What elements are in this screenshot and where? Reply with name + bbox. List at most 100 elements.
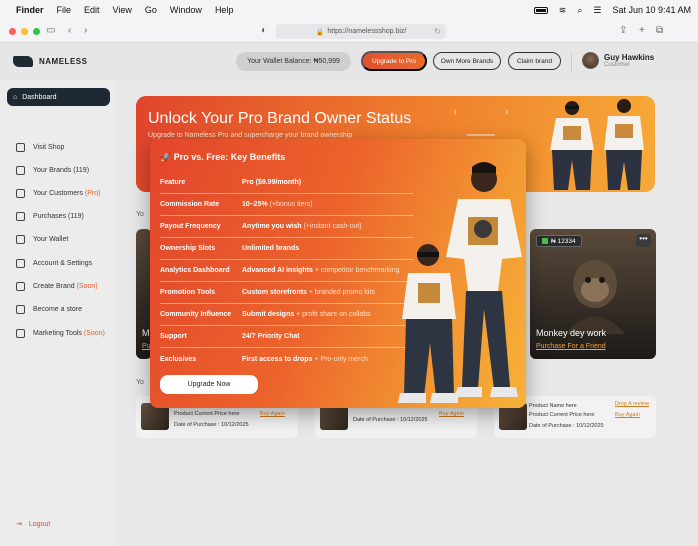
sidebar-item-label: Account & Settings — [33, 260, 93, 267]
hexagon-decoration — [454, 96, 508, 136]
sidebar-item-your-wallet[interactable]: Your Wallet — [16, 235, 68, 244]
benefit-key: Exclusives — [160, 355, 197, 363]
sidebar-item-your-brands[interactable]: Your Brands (119) — [16, 166, 89, 175]
shop-icon — [16, 143, 25, 152]
price-value: ₦ 12334 — [551, 237, 576, 245]
menu-window[interactable]: Window — [170, 5, 202, 15]
benefit-key: Commission Rate — [160, 201, 220, 208]
benefit-value: First access to drops — [242, 355, 313, 363]
upgrade-now-button[interactable]: Upgrade Now — [160, 375, 258, 394]
more-options-button[interactable]: ••• — [636, 234, 651, 247]
share-icon[interactable]: ⇪ — [619, 25, 627, 36]
gear-icon — [16, 259, 25, 268]
benefit-key: Promotion Tools — [160, 289, 216, 296]
clock[interactable]: Sat Jun 10 9:41 AM — [612, 5, 691, 15]
own-more-brands-button[interactable]: Own More Brands — [433, 52, 501, 70]
reload-icon[interactable]: ↻ — [434, 27, 441, 36]
macos-menu-bar: Finder File Edit View Go Window Help ≋ ⌕… — [0, 0, 698, 20]
purchase-date: Date of Purchase : 10/12/2025 — [174, 422, 249, 428]
tabs-overview-icon[interactable]: ⧉ — [656, 25, 663, 36]
hero-subtitle: Upgrade to Nameless Pro and supercharge … — [148, 132, 353, 139]
benefit-value: Custom storefronts — [242, 289, 307, 296]
benefit-key: Analytics Dashboard — [160, 267, 230, 274]
back-icon[interactable]: ‹ — [68, 25, 71, 36]
purchase-for-friend-link[interactable]: Purchase For a Friend — [536, 343, 606, 350]
benefit-value: 10–25% — [242, 201, 268, 208]
sidebar-item-your-customers[interactable]: Your Customers (Pro) — [16, 189, 100, 198]
claim-brand-button[interactable]: Claim brand — [508, 52, 561, 70]
upgrade-to-pro-button[interactable]: Upgrade to Pro — [361, 51, 427, 71]
wifi-icon[interactable]: ≋ — [559, 5, 567, 16]
benefit-value: Anytime you wish — [242, 223, 302, 230]
benefit-key: Ownership Slots — [160, 245, 216, 252]
sidebar-item-label: Become a store — [33, 306, 83, 313]
modal-title: 🚀 Pro vs. Free: Key Benefits — [160, 152, 286, 162]
sidebar-toggle-icon[interactable]: ▭ — [46, 25, 55, 36]
benefit-extra: + competitor benchmarking — [312, 267, 400, 274]
price-badge: ₦ 12334 — [536, 235, 582, 247]
close-window-button[interactable] — [9, 28, 16, 35]
sidebar-item-purchases[interactable]: Purchases (119) — [16, 212, 84, 221]
sidebar-item-label: Visit Shop — [33, 144, 65, 151]
menu-file[interactable]: File — [57, 5, 72, 15]
benefit-extra: (+instant cash-out) — [301, 223, 362, 230]
menu-finder[interactable]: Finder — [16, 5, 44, 15]
section-label: Yo — [136, 211, 144, 218]
sidebar-item-label: Your Wallet — [33, 236, 69, 243]
currency-icon — [542, 238, 548, 244]
forward-icon[interactable]: › — [84, 25, 87, 36]
benefit-row: Exclusives First access to drops + Pro-on… — [160, 348, 413, 370]
privacy-icon[interactable]: ◐ — [261, 25, 267, 36]
benefit-key: Payout Frequency — [160, 223, 221, 230]
benefit-row: Analytics Dashboard Advanced AI insights … — [160, 260, 413, 282]
buy-again-link[interactable]: Buy Again — [439, 411, 464, 417]
sidebar-item-account-settings[interactable]: Account & Settings — [16, 259, 92, 268]
logout-button[interactable]: ⇥ Logout — [16, 520, 51, 529]
section-label: Yo — [136, 379, 144, 386]
benefit-value: Submit designs — [242, 311, 295, 318]
benefit-value: Unlimited brands — [242, 245, 300, 252]
logout-label: Logout — [28, 520, 51, 528]
menu-help[interactable]: Help — [215, 5, 234, 15]
benefit-key: Support — [160, 333, 187, 340]
menu-edit[interactable]: Edit — [84, 5, 100, 15]
benefit-extra: + Pro-only merch — [312, 355, 368, 363]
sidebar-item-become-store[interactable]: Become a store — [16, 305, 82, 314]
sidebar-item-visit-shop[interactable]: Visit Shop — [16, 143, 64, 152]
bag-icon — [16, 212, 25, 221]
menu-view[interactable]: View — [113, 5, 132, 15]
user-name: Guy Hawkins — [604, 53, 655, 62]
sidebar-item-dashboard[interactable]: ⌂ Dashboard — [7, 88, 110, 106]
sidebar-item-marketing-tools[interactable]: Marketing Tools (Soon) — [16, 329, 105, 338]
user-profile[interactable]: Guy Hawkins Customer — [582, 52, 654, 69]
sidebar: ⌂ Dashboard Visit Shop Your Brands (119)… — [0, 80, 117, 546]
nft-card[interactable]: ₦ 12334 ••• Monkey dey work Purchase For… — [530, 229, 656, 359]
sidebar-item-label: Your Brands (119) — [33, 167, 90, 174]
sidebar-item-create-brand[interactable]: Create Brand (Soon) — [16, 282, 98, 291]
buy-again-link[interactable]: Buy Again — [615, 412, 640, 418]
benefit-row: Community Influence Submit designs + prof… — [160, 304, 413, 326]
search-icon[interactable]: ⌕ — [577, 5, 582, 16]
menu-go[interactable]: Go — [145, 5, 157, 15]
sidebar-item-label: Create Brand — [33, 283, 77, 290]
benefit-value: Pro ($9.99/month) — [242, 179, 302, 186]
url-text: https://namelessshop.biz/ — [327, 28, 407, 35]
brand-logo[interactable]: NAMELESS — [13, 56, 87, 67]
benefit-extra: + profit share on collabs — [294, 311, 371, 318]
address-bar[interactable]: 🔒 https://namelessshop.biz/ ↻ — [276, 24, 446, 39]
soon-tag: (Soon) — [83, 330, 105, 337]
control-center-icon[interactable]: ☰ — [593, 5, 601, 16]
megaphone-icon — [16, 329, 25, 338]
browser-toolbar: ▭ ‹ › ◐ 🔒 https://namelessshop.biz/ ↻ ⇪ … — [0, 20, 698, 43]
battery-icon[interactable] — [533, 6, 548, 14]
hero-title: Unlock Your Pro Brand Owner Status — [148, 110, 412, 127]
lock-icon: 🔒 — [315, 28, 325, 36]
zoom-window-button[interactable] — [33, 28, 40, 35]
buy-again-link[interactable]: Buy Again — [260, 411, 285, 417]
users-icon — [16, 189, 25, 198]
drop-review-link[interactable]: Drop A review — [615, 401, 649, 407]
minimize-window-button[interactable] — [21, 28, 28, 35]
nft-title: Monkey dey work — [536, 328, 607, 338]
new-tab-icon[interactable]: + — [639, 25, 645, 36]
logo-text: NAMELESS — [39, 57, 88, 66]
